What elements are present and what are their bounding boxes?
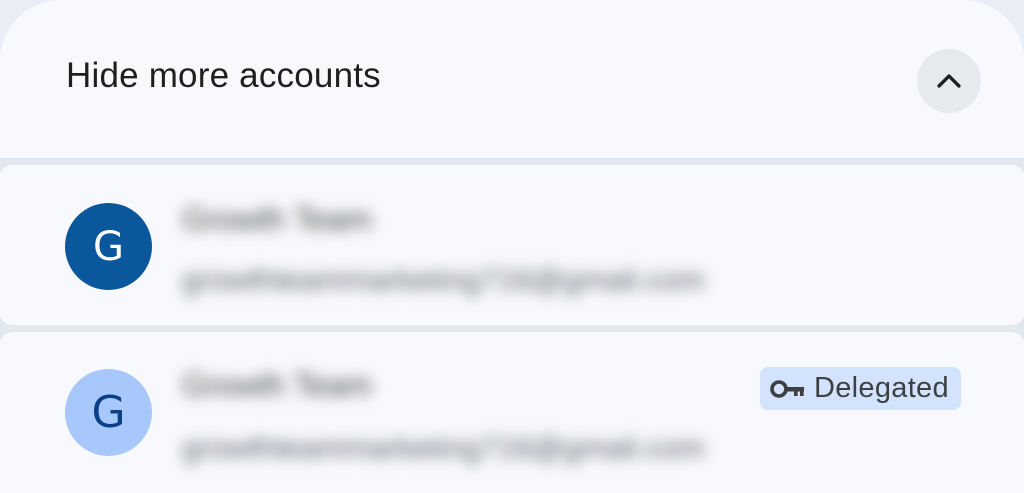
account-item[interactable]: G Growth Team growthteammarketing716@gma… [0, 165, 1024, 325]
header-title: Hide more accounts [66, 56, 381, 95]
account-email: growthteammarketing716@gmail.com [182, 430, 705, 465]
accounts-header: Hide more accounts [0, 0, 1024, 158]
account-item[interactable]: G Growth Team growthteammarketing716@gma… [0, 332, 1024, 493]
delegated-label: Delegated [814, 372, 949, 404]
account-name: Growth Team [182, 201, 372, 237]
account-name: Growth Team [182, 367, 372, 403]
avatar: G [65, 203, 152, 290]
account-email: growthteammarketing716@gmail.com [182, 262, 705, 297]
account-switcher-panel: Hide more accounts G Growth Team growtht… [0, 0, 1024, 493]
delegated-badge: Delegated [760, 367, 961, 410]
key-icon [770, 379, 804, 398]
avatar: G [65, 369, 152, 456]
chevron-up-icon [937, 74, 961, 88]
collapse-accounts-button[interactable] [917, 49, 981, 113]
